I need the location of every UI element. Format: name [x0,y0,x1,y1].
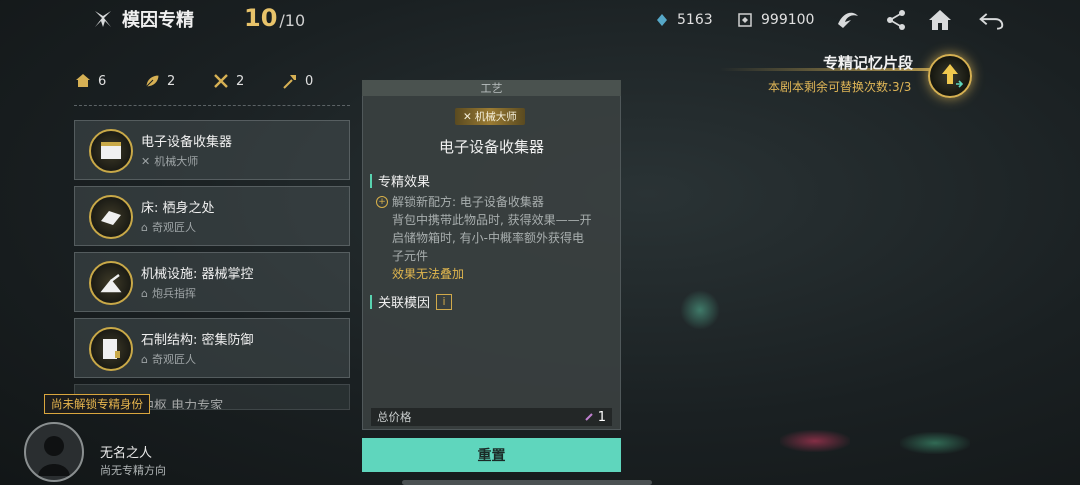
stat-hammer: 0 [281,70,350,92]
tools-icon: ✕ [141,154,151,168]
gem-icon [657,14,667,26]
specialty-badge: ✕ 机械大师 [455,108,525,125]
home-icon[interactable] [927,8,953,32]
list-item-title: 机械设施: 器械掌控 [141,267,254,282]
list-item-subtitle: ⌂ 炮兵指挥 [141,286,196,301]
list-item[interactable]: 机械设施: 器械掌控 ⌂ 炮兵指挥 [74,252,350,312]
plus-icon: + [376,196,388,208]
currency-box-icon [738,13,752,27]
house-icon: ⌂ [141,352,148,366]
effect-line: 子元件 [392,249,429,263]
panel-category: 工艺 [362,80,621,96]
info-icon[interactable]: i [436,293,453,310]
effect-note: 效果无法叠加 [392,267,465,281]
stat-house: 6 [74,70,143,92]
leaf-icon [145,74,160,88]
specialty-badge-label: 机械大师 [474,111,517,123]
list-item-subtitle: ⌂ 奇观匠人 [141,352,196,367]
list-item-subtitle: ✕ 机械大师 [141,154,199,169]
memory-fragment-button[interactable] [928,54,972,98]
collector-icon [89,129,133,173]
currency-count: 999100 [761,12,815,28]
memory-fragment-title: 专精记忆片段 [823,54,914,72]
house-icon [76,74,90,87]
avatar[interactable] [24,422,84,482]
mastery-progress: 10 /10 [244,4,305,32]
progress-total: /10 [279,11,306,30]
hammer-icon [283,75,296,89]
stat-tools-value: 2 [236,73,245,89]
back-icon[interactable] [978,8,1004,32]
category-stats: 6 2 2 0 [74,70,350,92]
tools-icon: ✕ [463,110,472,123]
page-title: 模因专精 [122,10,194,31]
gem-count: 5163 [677,12,713,28]
stat-leaf: 2 [143,70,212,92]
lock-status-badge: 尚未解锁专精身份 [44,394,150,414]
price-label: 总价格 [377,410,412,424]
list-item[interactable]: 石制结构: 密集防御 ⌂ 奇观匠人 [74,318,350,378]
list-item-subtitle: ⌂ 奇观匠人 [141,220,196,235]
background-glow [780,430,850,452]
share-icon[interactable] [884,8,910,32]
stone-structure-icon [89,327,133,371]
list-item-title: 电子设备收集器 [141,135,233,150]
section-related-heading: 关联模因 i [370,292,453,311]
price-value: 1 [597,409,606,425]
stat-house-value: 6 [98,73,107,89]
section-effect-heading: 专精效果 [370,171,430,190]
scrollbar[interactable] [402,480,652,485]
currency-resource: 999100 [737,12,814,28]
panel-title: 电子设备收集器 [438,138,544,156]
turret-icon [89,261,133,305]
list-item-title: 石制结构: 密集防御 [141,333,254,348]
crystal-icon [585,413,593,421]
total-price-row: 总价格 1 [371,408,612,426]
tools-icon [214,74,228,88]
list-item-title: 中枢 电力专家 [141,399,224,410]
effect-line: 背包中携带此物品时, 获得效果——开 [392,213,592,227]
progress-current: 10 [244,4,278,32]
house-icon: ⌂ [141,286,148,300]
reset-button[interactable]: 重置 [362,438,621,472]
list-item[interactable]: 电子设备收集器 ✕ 机械大师 [74,120,350,180]
upgrade-arrow-icon [942,64,964,88]
user-name: 无名之人 [100,446,153,461]
stat-leaf-value: 2 [167,73,176,89]
background-glow [680,290,720,330]
meme-emblem-icon [95,11,111,27]
list-item[interactable]: 床: 栖身之处 ⌂ 奇观匠人 [74,186,350,246]
page-header: 模因专精 [92,6,194,32]
bed-icon [89,195,133,239]
house-icon: ⌂ [141,220,148,234]
stat-hammer-value: 0 [305,73,314,89]
background-glow [900,432,970,454]
stat-tools: 2 [212,70,281,92]
memory-fragment-subtitle: 本剧本剩余可替换次数:3/3 [768,80,912,94]
effect-line: 启储物箱时, 有小-中概率额外获得电 [392,231,584,245]
gem-resource: 5163 [655,12,713,28]
user-specialty: 尚无专精方向 [100,464,166,477]
divider [74,105,350,106]
list-item-title: 床: 栖身之处 [141,201,215,216]
emblem-icon[interactable] [835,8,861,32]
effect-description: + 解锁新配方: 电子设备收集器 背包中携带此物品时, 获得效果——开 启储物箱时… [376,193,612,283]
